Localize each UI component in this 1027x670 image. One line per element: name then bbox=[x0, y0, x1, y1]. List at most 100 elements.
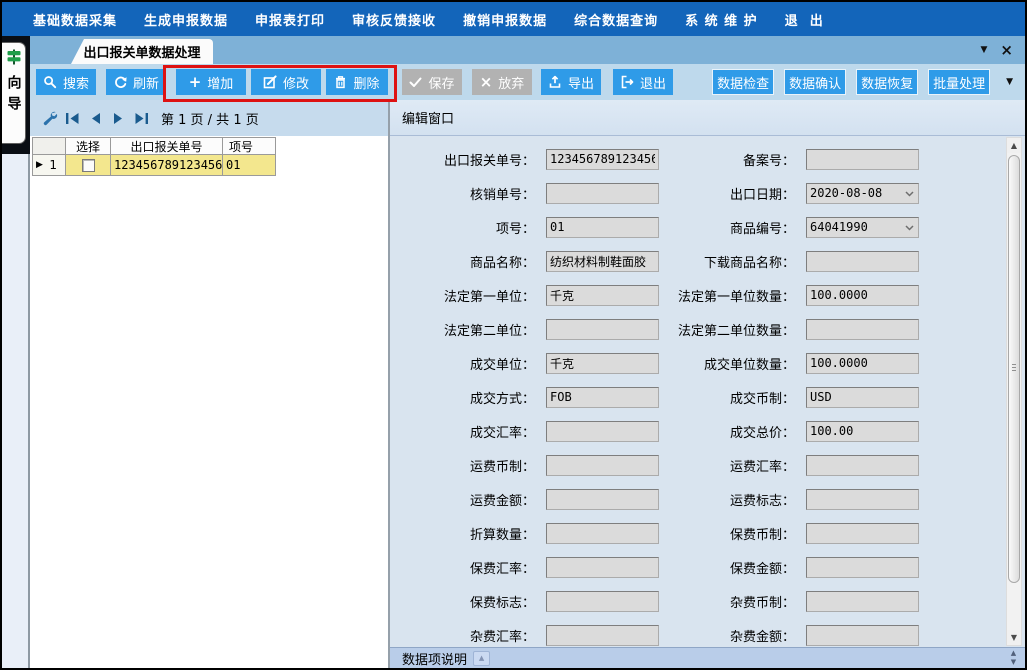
form-input[interactable]: 01 bbox=[546, 217, 659, 238]
current-row-arrow-icon: ▶ bbox=[36, 160, 43, 170]
edit-panel-title: 编辑窗口 bbox=[402, 108, 454, 127]
menu-item-5[interactable]: 撤销申报数据 bbox=[463, 10, 547, 29]
last-page-icon[interactable] bbox=[132, 108, 150, 128]
menu-item-8[interactable]: 退 出 bbox=[785, 10, 824, 29]
search-button[interactable]: 搜索 bbox=[36, 69, 96, 95]
form-row: 商品名称：纺织材料制鞋面胶下载商品名称： bbox=[390, 244, 1001, 278]
form-row: 核销单号：出口日期：2020-08-08 bbox=[390, 176, 1001, 210]
settings-wrench-icon[interactable] bbox=[40, 108, 58, 128]
form-input[interactable] bbox=[546, 455, 659, 476]
edit-button[interactable]: 修改 bbox=[251, 69, 321, 95]
table-row-select-cell[interactable] bbox=[66, 155, 111, 176]
form-input[interactable]: 12345678912345678 bbox=[546, 149, 659, 170]
refresh-button[interactable]: 刷新 bbox=[106, 69, 166, 95]
form-input[interactable] bbox=[546, 557, 659, 578]
form-input[interactable]: 100.00 bbox=[806, 421, 919, 442]
form-input[interactable] bbox=[546, 489, 659, 510]
field-label: 杂费金额： bbox=[659, 626, 801, 645]
form-input[interactable]: FOB bbox=[546, 387, 659, 408]
form-input[interactable] bbox=[546, 591, 659, 612]
discard-button[interactable]: × 放弃 bbox=[472, 69, 532, 95]
form-input[interactable] bbox=[806, 319, 919, 340]
field-label: 成交总价： bbox=[659, 422, 801, 441]
form-input[interactable]: USD bbox=[806, 387, 919, 408]
toolbar: 搜索 刷新 + 增加 修改 删除 保存 bbox=[30, 64, 1025, 100]
save-label: 保存 bbox=[428, 73, 454, 92]
menu-item-2[interactable]: 生成申报数据 bbox=[144, 10, 228, 29]
edit-form: 出口报关单号：12345678912345678备案号：核销单号：出口日期：20… bbox=[390, 136, 1001, 647]
plus-icon: + bbox=[189, 75, 202, 90]
first-page-icon[interactable] bbox=[63, 108, 81, 128]
form-input[interactable] bbox=[546, 523, 659, 544]
table-cell-declaration-no[interactable]: 123456789123456789 bbox=[111, 155, 223, 176]
field-label: 出口日期： bbox=[659, 184, 801, 203]
tab-close-icon[interactable]: × bbox=[1000, 43, 1013, 58]
form-input[interactable] bbox=[546, 421, 659, 442]
data-restore-button[interactable]: 数据恢复 bbox=[856, 69, 918, 95]
form-input[interactable] bbox=[806, 523, 919, 544]
toolbar-overflow-icon[interactable]: ▼ bbox=[1006, 77, 1013, 87]
form-input[interactable] bbox=[546, 625, 659, 646]
table-cell-item-no[interactable]: 01 bbox=[223, 155, 276, 176]
add-button[interactable]: + 增加 bbox=[176, 69, 246, 95]
tab-export-declaration[interactable]: 出口报关单数据处理 bbox=[71, 39, 213, 64]
form-input[interactable] bbox=[806, 251, 919, 272]
field-value: 100.0000 bbox=[810, 356, 868, 370]
row-select-checkbox[interactable] bbox=[82, 159, 95, 172]
table-corner-cell bbox=[33, 138, 66, 155]
form-input[interactable]: 100.0000 bbox=[806, 353, 919, 374]
discard-label: 放弃 bbox=[498, 73, 524, 92]
wizard-tab[interactable]: 向导 bbox=[2, 42, 26, 144]
exit-button[interactable]: 退出 bbox=[613, 69, 673, 95]
data-restore-label: 数据恢复 bbox=[861, 73, 913, 92]
menu-bar: 基础数据采集 生成申报数据 申报表打印 审核反馈接收 撤销申报数据 综合数据查询 系 统 维… bbox=[2, 2, 1025, 36]
collapse-panel-button[interactable]: ▲ bbox=[473, 651, 490, 666]
field-value: 01 bbox=[550, 220, 564, 234]
pager-bar: 第 1 页 / 共 1 页 bbox=[30, 100, 388, 136]
form-input[interactable] bbox=[806, 489, 919, 510]
mini-scroll-down-icon[interactable]: ▼ bbox=[1011, 659, 1016, 666]
menu-item-7[interactable]: 系 统 维 护 bbox=[685, 10, 758, 29]
scrollbar-thumb[interactable] bbox=[1008, 155, 1020, 583]
form-input[interactable] bbox=[806, 591, 919, 612]
row-number: 1 bbox=[49, 158, 57, 172]
wizard-label: 向导 bbox=[4, 75, 24, 117]
prev-page-icon[interactable] bbox=[86, 108, 104, 128]
data-confirm-button[interactable]: 数据确认 bbox=[784, 69, 846, 95]
menu-item-6[interactable]: 综合数据查询 bbox=[574, 10, 658, 29]
scroll-up-icon[interactable]: ▲ bbox=[1007, 138, 1021, 153]
field-value: 2020-08-08 bbox=[810, 186, 882, 200]
form-input[interactable]: 千克 bbox=[546, 285, 659, 306]
form-input[interactable]: 纺织材料制鞋面胶 bbox=[546, 251, 659, 272]
save-button[interactable]: 保存 bbox=[402, 69, 462, 95]
form-input[interactable] bbox=[806, 455, 919, 476]
field-label: 保费币制： bbox=[659, 524, 801, 543]
record-table: 选择 出口报关单号 项号 ▶ 1 123456789123456789 01 bbox=[32, 137, 276, 176]
form-input[interactable] bbox=[546, 319, 659, 340]
field-value: 64041990 bbox=[810, 220, 868, 234]
form-input[interactable] bbox=[806, 557, 919, 578]
scroll-down-icon[interactable]: ▼ bbox=[1007, 630, 1021, 645]
form-select[interactable]: 64041990 bbox=[806, 217, 919, 238]
batch-process-button[interactable]: 批量处理 bbox=[928, 69, 990, 95]
data-check-button[interactable]: 数据检查 bbox=[712, 69, 774, 95]
form-select[interactable]: 2020-08-08 bbox=[806, 183, 919, 204]
form-input[interactable] bbox=[806, 149, 919, 170]
vertical-scrollbar[interactable]: ▲ ▼ bbox=[1006, 137, 1022, 646]
menu-item-4[interactable]: 审核反馈接收 bbox=[352, 10, 436, 29]
delete-button[interactable]: 删除 bbox=[326, 69, 388, 95]
form-input[interactable] bbox=[806, 625, 919, 646]
data-check-label: 数据检查 bbox=[717, 73, 769, 92]
export-button[interactable]: 导出 bbox=[541, 69, 601, 95]
x-icon: × bbox=[480, 75, 493, 90]
row-indicator-cell[interactable]: ▶ 1 bbox=[33, 155, 66, 176]
mini-scroll-up-icon[interactable]: ▲ bbox=[1011, 650, 1016, 657]
form-input[interactable]: 千克 bbox=[546, 353, 659, 374]
next-page-icon[interactable] bbox=[109, 108, 127, 128]
form-input[interactable]: 100.0000 bbox=[806, 285, 919, 306]
menu-item-3[interactable]: 申报表打印 bbox=[255, 10, 325, 29]
field-value: 纺织材料制鞋面胶 bbox=[550, 253, 646, 270]
tab-list-dropdown-icon[interactable]: ▼ bbox=[981, 45, 988, 55]
menu-item-1[interactable]: 基础数据采集 bbox=[33, 10, 117, 29]
form-input[interactable] bbox=[546, 183, 659, 204]
